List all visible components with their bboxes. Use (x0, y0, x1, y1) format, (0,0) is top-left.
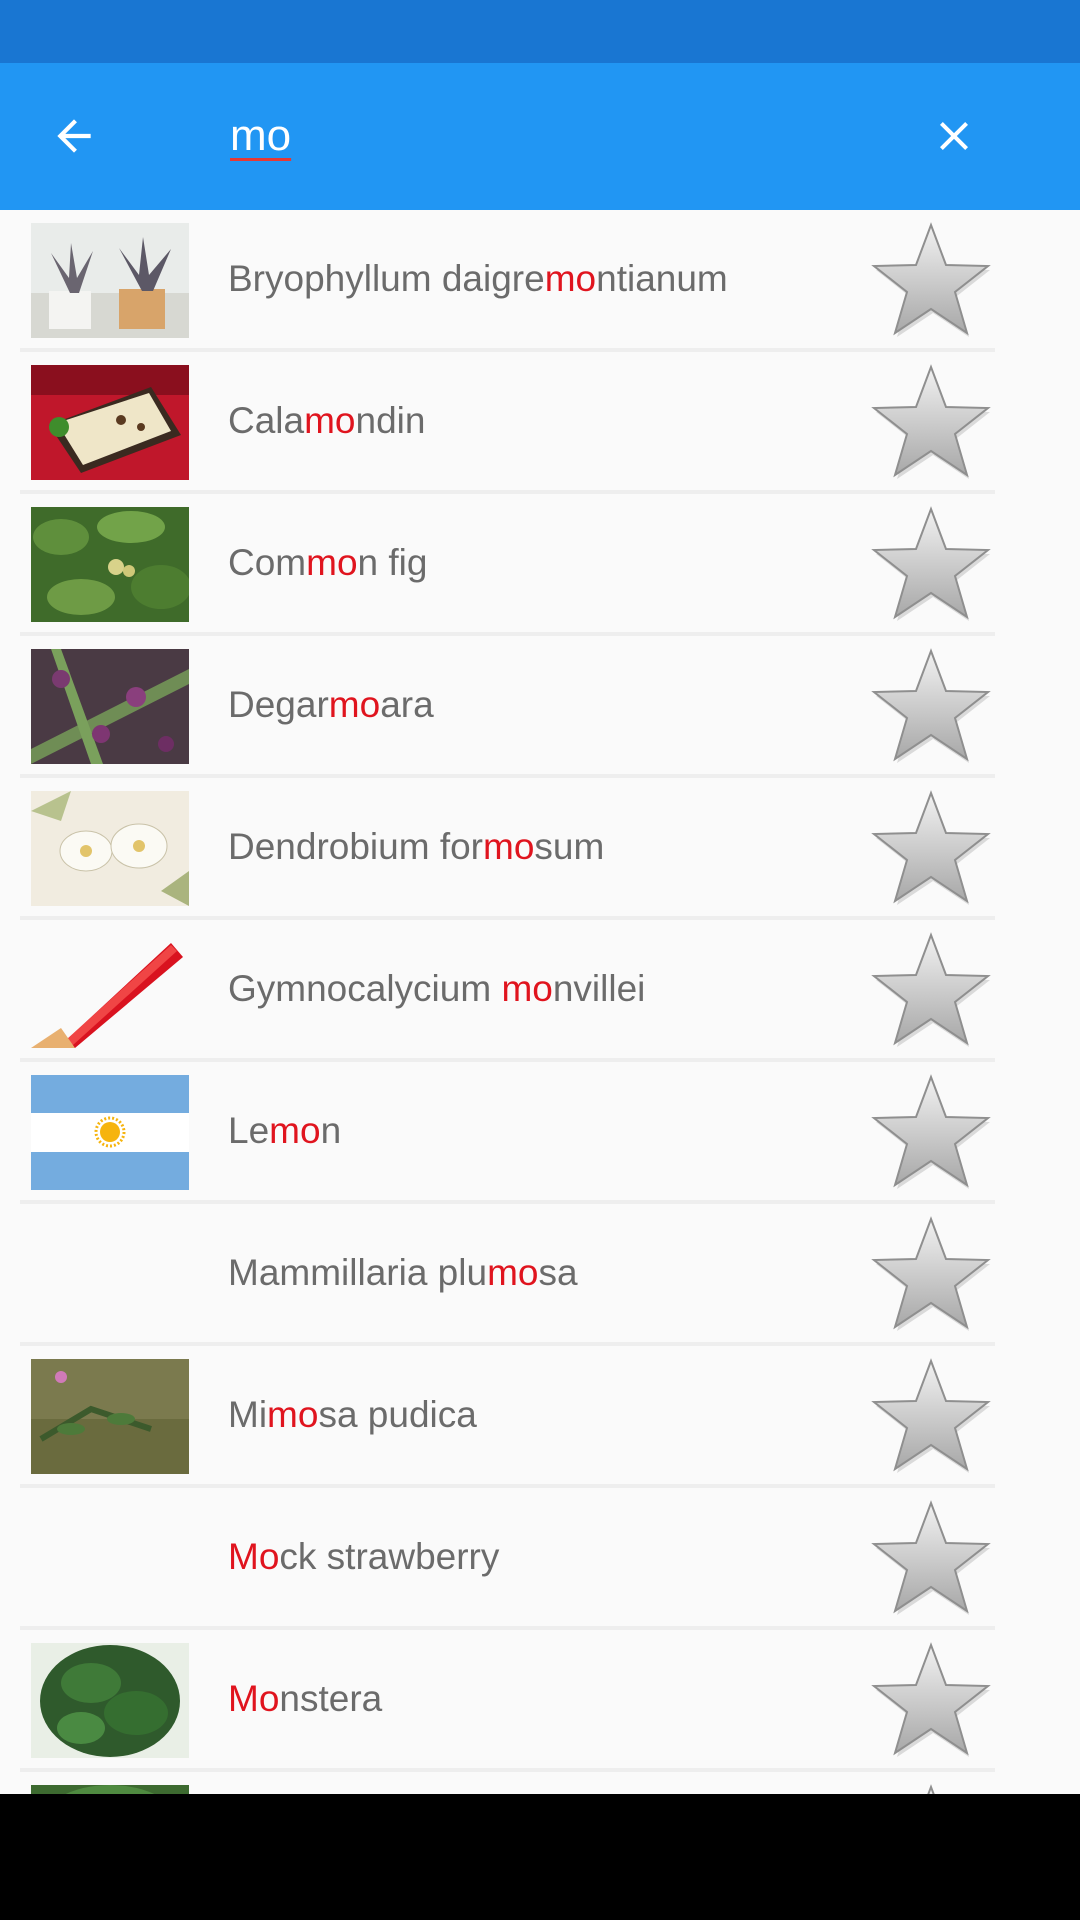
name-text: n fig (357, 542, 428, 583)
name-text: Gymnocalycium (228, 968, 502, 1009)
favorite-button[interactable] (866, 505, 996, 625)
plant-name: Mock strawberry (228, 1488, 499, 1626)
name-text: nvillei (552, 968, 646, 1009)
match-highlight: Mo (228, 1678, 280, 1719)
arrow-left-icon (57, 119, 91, 153)
match-highlight: mo (269, 1110, 321, 1151)
search-input[interactable] (230, 106, 830, 166)
plant-name: Mammillaria plumosa (228, 1204, 578, 1342)
star-outline-icon (871, 1358, 991, 1473)
match-highlight: mo (304, 400, 356, 441)
star-outline-icon (871, 506, 991, 621)
favorite-button[interactable] (866, 363, 996, 483)
favorite-button[interactable] (866, 647, 996, 767)
match-highlight: mo (487, 1252, 539, 1293)
purple-orchid-thumbnail (31, 649, 189, 764)
favorite-button[interactable] (866, 931, 996, 1051)
list-item[interactable]: Mammillaria plumosa (0, 1204, 1080, 1346)
star-outline-icon (871, 648, 991, 763)
clear-search-button[interactable] (918, 100, 990, 172)
plant-name: Common fig (228, 494, 427, 632)
match-highlight: Mo (228, 1536, 280, 1577)
match-highlight: mo (306, 542, 358, 583)
star-outline-icon (871, 1500, 991, 1615)
match-highlight: mo (267, 1394, 319, 1435)
name-text: n (320, 1110, 342, 1151)
match-highlight: mo (544, 258, 597, 299)
star-outline-icon (871, 932, 991, 1047)
list-item[interactable]: Gymnocalycium monvillei (0, 920, 1080, 1062)
favorite-button[interactable] (866, 1357, 996, 1477)
name-text: Mi (228, 1394, 268, 1435)
name-text: Com (228, 542, 307, 583)
name-text: ara (380, 684, 434, 725)
potted-succulents-thumbnail (31, 223, 189, 338)
name-text: Le (228, 1110, 270, 1151)
plant-name: Lemon (228, 1062, 341, 1200)
star-outline-icon (871, 1074, 991, 1189)
back-button[interactable] (38, 100, 110, 172)
star-outline-icon (927, 1784, 935, 1794)
list-item[interactable]: Degarmoara (0, 636, 1080, 778)
match-highlight: mo (483, 826, 535, 867)
name-text: Degar (228, 684, 329, 725)
list-item[interactable]: Common fig (0, 494, 1080, 636)
argentina-flag-thumbnail (31, 1075, 189, 1190)
favorite-button[interactable] (866, 1073, 996, 1193)
red-pencil-thumbnail (31, 933, 189, 1048)
favorite-button[interactable] (866, 1215, 996, 1335)
favorite-button[interactable] (866, 789, 996, 909)
plant-name: Dendrobium formosum (228, 778, 604, 916)
plant-name: Degarmoara (228, 636, 434, 774)
favorite-button[interactable] (866, 1499, 996, 1619)
star-outline-icon (871, 1642, 991, 1757)
plant-name: Bryophyllum daigremontianum (228, 210, 728, 348)
star-outline-icon (871, 222, 991, 337)
name-text: sa (538, 1252, 578, 1293)
list-item[interactable]: Mimosa pudica (0, 1346, 1080, 1488)
plant-name: Calamondin (228, 352, 425, 490)
white-orchid-illustration-thumbnail (31, 791, 189, 906)
navigation-bar (0, 1794, 1080, 1920)
name-text: ntianum (596, 258, 728, 299)
list-item[interactable]: Mock strawberry (0, 1488, 1080, 1630)
favorite-button[interactable] (866, 221, 996, 341)
mimosa-on-grass-thumbnail (31, 1359, 189, 1474)
list-item[interactable]: Lemon (0, 1062, 1080, 1204)
list-item[interactable]: Bryophyllum daigremontianum (0, 210, 1080, 352)
name-text: Mammillaria plu (228, 1252, 488, 1293)
star-outline-icon (871, 364, 991, 479)
name-text: sum (534, 826, 605, 867)
name-text: Bryophyllum daigre (228, 258, 545, 299)
favorite-button[interactable] (866, 1783, 996, 1794)
fig-leaves-thumbnail (31, 507, 189, 622)
list-item[interactable]: Dendrobium formosum (0, 778, 1080, 920)
name-text: Cala (228, 400, 305, 441)
dish-on-red-table-thumbnail (31, 365, 189, 480)
name-text: ndin (355, 400, 426, 441)
close-icon (940, 122, 968, 150)
name-text: sa pudica (318, 1394, 477, 1435)
list-item[interactable]: Monstera (0, 1630, 1080, 1772)
name-text: Dendrobium for (228, 826, 484, 867)
list-item[interactable]: Calamondin (0, 352, 1080, 494)
favorite-button[interactable] (866, 1641, 996, 1761)
plant-name: Monstera (228, 1630, 382, 1768)
plant-name: Gymnocalycium monvillei (228, 920, 645, 1058)
status-bar (0, 0, 1080, 63)
plant-thumbnail (31, 1785, 189, 1794)
star-outline-icon (871, 790, 991, 905)
results-list: Bryophyllum daigremontianum Calamondin Com… (0, 210, 1080, 1794)
match-highlight: mo (501, 968, 553, 1009)
list-item[interactable] (0, 1772, 1080, 1794)
match-highlight: mo (328, 684, 381, 725)
name-text: ck strawberry (279, 1536, 500, 1577)
name-text: nstera (279, 1678, 383, 1719)
plant-name: Mimosa pudica (228, 1346, 477, 1484)
monstera-plant-thumbnail (31, 1643, 189, 1758)
star-outline-icon (871, 1216, 991, 1331)
